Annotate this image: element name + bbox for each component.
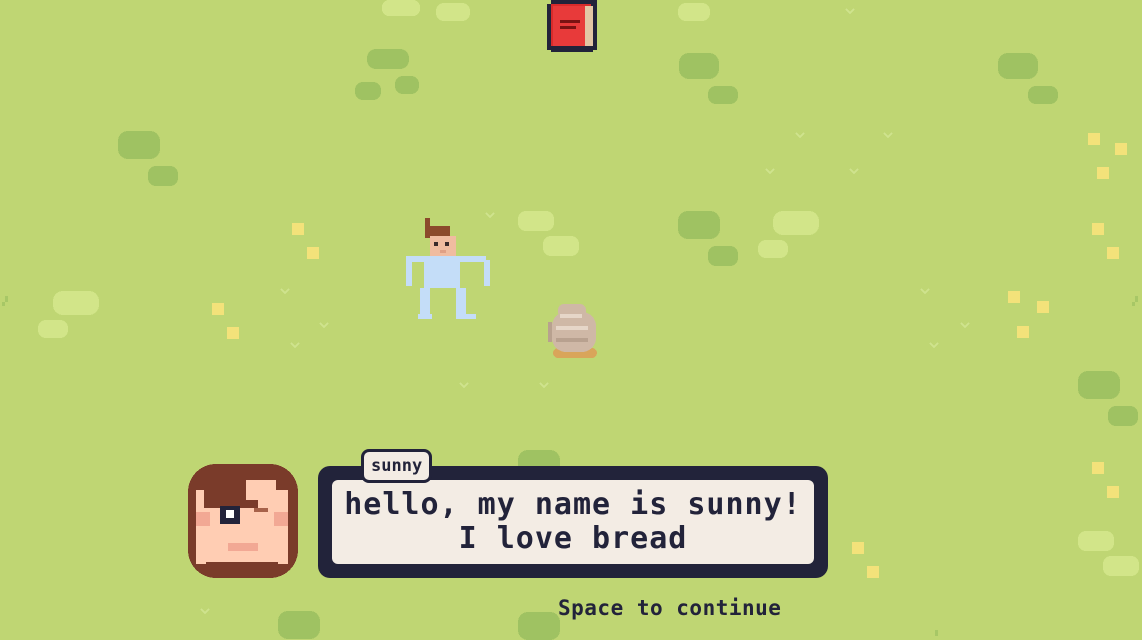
speaker-name-tag-panel: sunny bbox=[364, 452, 430, 480]
red-book-icon[interactable] bbox=[547, 0, 597, 52]
continue-hint: Space to continue bbox=[558, 596, 782, 620]
dialog-panel: hello, my name is sunny! I love bread bbox=[332, 480, 814, 564]
speaker-name-tag: sunny bbox=[361, 449, 433, 483]
speaker-name: sunny bbox=[371, 456, 423, 476]
sunny-portrait bbox=[188, 464, 298, 578]
dialog-text: hello, my name is sunny! I love bread bbox=[344, 487, 802, 556]
